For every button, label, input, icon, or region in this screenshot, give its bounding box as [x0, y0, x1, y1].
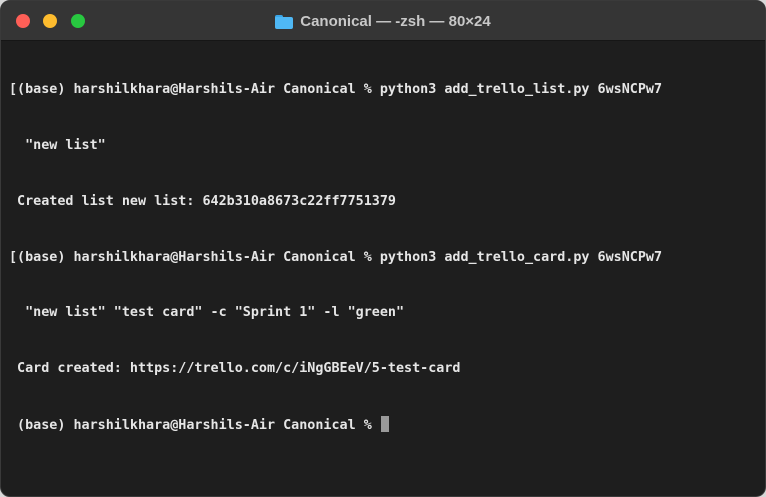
terminal-line: [(base) harshilkhara@Harshils-Air Canoni…: [9, 82, 663, 98]
terminal-line: "new list": [9, 137, 106, 153]
text-cursor: [380, 415, 389, 432]
window-title: Canonical — -zsh — 80×24: [300, 12, 491, 30]
terminal-line: Created list new list: 642b310a8673c22ff…: [9, 193, 396, 209]
terminal-output[interactable]: [(base) harshilkhara@Harshils-Air Canoni…: [1, 41, 765, 496]
prompt-line[interactable]: (base) harshilkhara@Harshils-Air Canonic…: [9, 415, 765, 435]
prompt-text: (base) harshilkhara@Harshils-Air Canonic…: [9, 417, 380, 433]
window-title-area: Canonical — -zsh — 80×24: [1, 1, 765, 41]
terminal-line: "new list" "test card" -c "Sprint 1" -l …: [9, 305, 405, 321]
terminal-line: Card created: https://trello.com/c/iNgGB…: [9, 361, 461, 377]
terminal-line: [(base) harshilkhara@Harshils-Air Canoni…: [9, 249, 663, 265]
terminal-window: Canonical — -zsh — 80×24 [(base) harshil…: [0, 0, 766, 497]
title-bar[interactable]: Canonical — -zsh — 80×24: [1, 1, 765, 41]
folder-icon: [275, 14, 294, 29]
